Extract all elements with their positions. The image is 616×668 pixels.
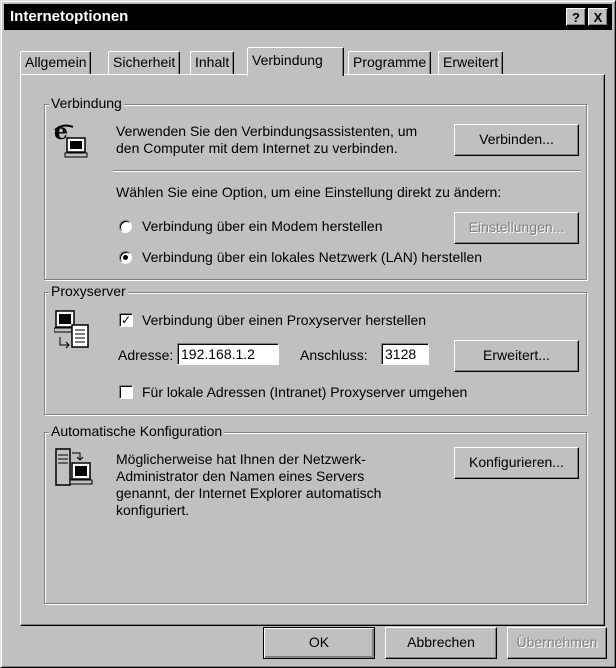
tab-programme[interactable]: Programme (348, 51, 432, 74)
wizard-text-line-2: den Computer mit dem Internet zu verbind… (116, 140, 398, 156)
internet-options-dialog: Internetoptionen ? X Allgemein Sicherhei… (0, 0, 616, 668)
use-proxy-checkbox[interactable]: ✓ (119, 313, 133, 327)
tab-inhalt[interactable]: Inhalt (190, 51, 235, 74)
address-field[interactable]: 192.168.1.2 (177, 343, 279, 365)
close-button[interactable]: X (588, 8, 608, 26)
proxy-server-icon (54, 310, 89, 349)
option-prompt: Wählen Sie eine Option, um eine Einstell… (116, 184, 502, 200)
autoconfig-text-line-1: Möglicherweise hat Ihnen der Netzwerk- (116, 451, 366, 467)
address-label: Adresse: (118, 347, 174, 363)
wizard-text-line-1: Verwenden Sie den Verbindungsassistenten… (116, 123, 418, 139)
port-label: Anschluss: (300, 347, 368, 363)
einstellungen-button[interactable]: Einstellungen... (454, 212, 579, 244)
server-config-icon (55, 448, 93, 486)
tab-allgemein[interactable]: Allgemein (20, 51, 92, 74)
apply-button[interactable]: Übernehmen (507, 627, 607, 659)
verbinden-button[interactable]: Verbinden... (454, 124, 579, 156)
radio-modem-label[interactable]: Verbindung über ein Modem herstellen (142, 218, 383, 235)
group-title-auto-config: Automatische Konfiguration (49, 423, 225, 439)
cancel-button[interactable]: Abbrechen (385, 627, 497, 659)
separator (113, 170, 581, 172)
ok-button[interactable]: OK (263, 627, 375, 659)
use-proxy-label[interactable]: Verbindung über einen Proxyserver herste… (142, 312, 426, 329)
erweitert-button[interactable]: Erweitert... (454, 340, 579, 372)
konfigurieren-button[interactable]: Konfigurieren... (454, 447, 579, 479)
autoconfig-text-line-3: genannt, der Internet Explorer automatis… (116, 485, 382, 501)
connection-wizard-icon: e (54, 121, 88, 158)
tab-erweitert[interactable]: Erweitert (438, 51, 504, 74)
radio-lan[interactable] (119, 251, 132, 264)
bypass-local-label[interactable]: Für lokale Adressen (Intranet) Proxyserv… (142, 384, 467, 401)
autoconfig-text-line-2: Administrator den Namen eines Servers (116, 468, 365, 484)
window-title: Internetoptionen (10, 8, 129, 25)
bypass-local-checkbox[interactable] (119, 385, 133, 399)
radio-modem[interactable] (119, 220, 132, 233)
radio-lan-label[interactable]: Verbindung über ein lokales Netzwerk (LA… (142, 249, 482, 266)
group-title-verbindung: Verbindung (49, 95, 124, 111)
radio-selected-dot (123, 255, 128, 260)
help-button[interactable]: ? (566, 8, 586, 26)
tab-verbindung[interactable]: Verbindung (247, 47, 344, 76)
tab-sicherheit[interactable]: Sicherheit (108, 51, 181, 74)
autoconfig-text-line-4: konfiguriert. (116, 502, 190, 518)
port-field[interactable]: 3128 (381, 343, 429, 365)
title-bar[interactable]: Internetoptionen ? X (4, 4, 612, 30)
group-title-proxyserver: Proxyserver (49, 283, 128, 299)
